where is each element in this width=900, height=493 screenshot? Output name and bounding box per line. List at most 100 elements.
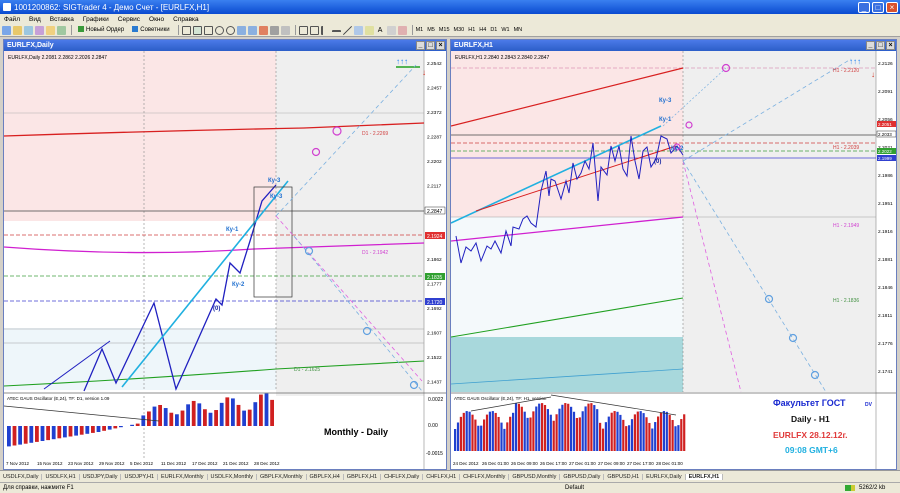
price-axis-label: 2.1846 [878,285,893,291]
chart-tab[interactable]: GBPLFX,Monthly [257,473,307,480]
oscillator-bar [74,426,78,436]
oscillator-bar [665,411,668,451]
autoscroll-icon[interactable] [236,25,246,35]
h1-chart-canvas[interactable]: EURLFX,H1 2.2840 2.2843 2.2840 2.2847 Ку… [451,51,896,469]
cursor-icon[interactable] [298,25,308,35]
channel-icon[interactable] [353,25,363,35]
profiles-icon[interactable] [13,25,22,35]
vertical-line-icon[interactable] [320,25,330,35]
fibo-icon[interactable] [364,25,374,35]
chart-window-h1[interactable]: EURLFX,H1 _ □ × EURLFX,H1 2.2840 2.2843 … [450,39,897,470]
oscillator-bar [587,403,590,451]
chart-tab[interactable]: USDLFX,Daily [0,473,43,480]
timeframe-mn[interactable]: MN [514,27,523,33]
oscillator-bar [567,403,570,451]
ky2-label: Ку-2 [671,146,684,152]
experts-button[interactable]: Советники [129,25,172,35]
chart-close-button[interactable]: × [436,41,445,50]
price-axis-label: 2.1607 [427,331,442,337]
menu-tools[interactable]: Сервис [118,16,140,23]
timeframe-m1[interactable]: M1 [416,27,424,33]
oscillator-bar [541,403,544,451]
indicators-icon[interactable] [258,25,268,35]
oscillator-bar [654,422,657,451]
d1-level-label: D1 - 2.1625 [294,367,320,373]
bar-chart-icon[interactable] [181,25,191,35]
timeframe-d1[interactable]: D1 [490,27,497,33]
chart-tab[interactable]: USDJPY,H1 [121,473,159,480]
line-chart-icon[interactable] [203,25,213,35]
timeframe-w1[interactable]: W1 [501,27,509,33]
candle-chart-icon[interactable] [192,25,202,35]
crosshair-icon[interactable] [309,25,319,35]
oscillator-bar [546,409,549,451]
price-axis-label: 2.1777 [427,282,442,288]
templates-icon[interactable] [280,25,290,35]
timeframe-h4[interactable]: H4 [479,27,486,33]
chart-tab[interactable]: GBPUSD,Daily [560,473,605,480]
oscillator-bar [474,419,477,451]
menu-help[interactable]: Справка [173,16,199,23]
dv-icon: DV [865,402,873,408]
chart-tab[interactable]: CHFLFX,Monthly [460,473,510,480]
timeframe-m15[interactable]: M15 [439,27,450,33]
new-order-icon [78,26,84,32]
oscillator-bar [485,414,489,451]
oscillator-bar [225,397,230,426]
menu-charts[interactable]: Графики [83,16,109,23]
chart-tab[interactable]: GBPUSD,H1 [604,473,644,480]
d1-level-label: D1 - 2.2269 [362,131,388,137]
oscillator-bar [668,414,671,451]
periods-icon[interactable] [269,25,279,35]
chart-shift-icon[interactable] [247,25,257,35]
navigator-icon[interactable] [46,25,55,35]
market-watch-icon[interactable] [24,25,33,35]
menu-insert[interactable]: Вставка [50,16,74,23]
chart-tab[interactable]: EURLFX,H1 [685,473,724,480]
chart-minimize-button[interactable]: _ [416,41,425,50]
chart-tab[interactable]: EURLFX,Monthly [158,473,208,480]
chart-tab[interactable]: USDJPY,Daily [80,473,122,480]
oscillator-bar [543,404,547,451]
timeframe-m5[interactable]: M5 [427,27,435,33]
status-bar: Для справки, нажмите F1 Default 5262/2 k… [0,482,900,493]
oscillator-bar [596,409,599,451]
chart-tab[interactable]: GBPLFX,H1 [344,473,382,480]
new-order-button[interactable]: Новый Ордер [75,25,127,35]
chart-tab[interactable]: CHFLFX,Daily [381,473,424,480]
chart-tab[interactable]: GBPUSD,Monthly [509,473,561,480]
menu-window[interactable]: Окно [149,16,164,23]
zoom-out-icon[interactable] [225,25,235,35]
chart-restore-button[interactable]: □ [876,41,885,50]
chart-restore-button[interactable]: □ [426,41,435,50]
terminal-icon[interactable] [57,25,66,35]
menu-file[interactable]: Файл [4,16,20,23]
chart-close-button[interactable]: × [886,41,895,50]
zoom-in-icon[interactable] [214,25,224,35]
timeframe-m30[interactable]: M30 [454,27,465,33]
menu-view[interactable]: Вид [29,16,41,23]
chart-tab[interactable]: EURLFX,Daily [643,473,686,480]
close-button[interactable]: × [886,1,898,13]
chart-tab[interactable]: USDLFX,Monthly [208,473,258,480]
new-chart-icon[interactable] [2,25,11,35]
chart-tab[interactable]: CHFLFX,H1 [423,473,461,480]
daily-chart-canvas[interactable]: EURLFX,Daily 2.2081 2.2862 2.2026 2.2847… [4,51,446,469]
oscillator-bar [130,424,134,426]
chart-tab[interactable]: USDLFX,H1 [42,473,80,480]
data-window-icon[interactable] [35,25,44,35]
chart-minimize-button[interactable]: _ [866,41,875,50]
timeframe-h1[interactable]: H1 [468,27,475,33]
maximize-button[interactable]: □ [872,1,884,13]
arrows-icon[interactable] [397,25,407,35]
trendline-icon[interactable] [342,25,352,35]
chart-window-daily[interactable]: EURLFX,Daily _ □ × EURLFX,Daily 2.2081 2… [3,39,447,470]
text-icon[interactable]: A [376,26,385,35]
time-axis-label: 21 Dec 2012 [223,461,249,466]
label-icon[interactable] [386,25,396,35]
chart-tab[interactable]: GBPLFX,H4 [307,473,344,480]
price-axis-label: 2.2091 [878,89,893,95]
minimize-button[interactable]: _ [858,1,870,13]
oscillator-bar [96,426,101,432]
horizontal-line-icon[interactable] [331,29,341,35]
